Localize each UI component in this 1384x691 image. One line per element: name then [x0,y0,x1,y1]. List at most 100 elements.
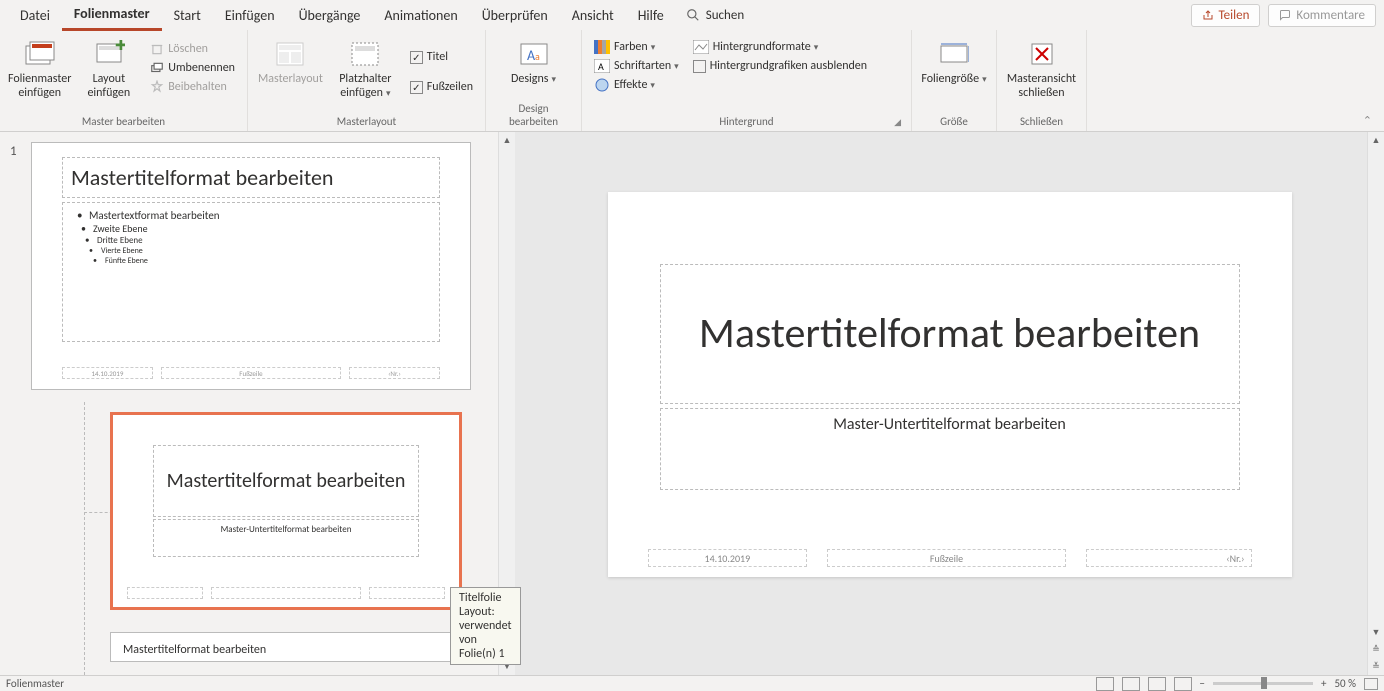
svg-text:A: A [598,60,604,73]
colors-button[interactable]: Farben [590,38,683,56]
fonts-label: Schriftarten [614,59,679,73]
group-master-bearbeiten-label: Master bearbeiten [8,113,239,131]
menu-start[interactable]: Start [162,1,213,30]
bg-formats-button[interactable]: Hintergrundformate [689,38,871,56]
scroll-up-icon[interactable]: ▲ [499,132,515,149]
slide-size-button[interactable]: Foliengröße [920,34,988,86]
footer-date: 14.10.2019 [62,367,153,379]
menu-hilfe[interactable]: Hilfe [626,1,676,30]
menu-ansicht[interactable]: Ansicht [560,1,626,30]
scroll-up-icon[interactable]: ▲ [1368,132,1384,149]
comments-button[interactable]: Kommentare [1268,4,1376,27]
insert-placeholder-button[interactable]: Platzhalter einfügen [331,34,400,101]
insert-layout-label: Layout einfügen [77,72,140,101]
group-design-bearbeiten-label: Design bearbeiten [494,100,573,131]
view-sorter-icon[interactable] [1122,677,1140,691]
layout-thumbnail-2[interactable]: Mastertitelformat bearbeiten [110,632,462,662]
delete-button: Löschen [146,40,239,58]
view-normal-icon[interactable] [1096,677,1114,691]
group-hintergrund-label: Hintergrund◢ [590,113,903,131]
zoom-out-button[interactable]: − [1200,677,1205,690]
hide-bg-label: Hintergrundgrafiken ausblenden [710,59,867,73]
menu-ueberpruefen[interactable]: Überprüfen [470,1,560,30]
zoom-thumb[interactable] [1261,677,1267,689]
colors-icon [594,40,610,54]
slide-canvas[interactable]: Mastertitelformat bearbeiten Master-Unte… [608,192,1292,577]
menu-animationen[interactable]: Animationen [372,1,469,30]
next-slide-icon[interactable]: ≚ [1368,658,1384,675]
hide-bg-checkbox[interactable]: Hintergrundgrafiken ausblenden [689,57,871,75]
canvas-subtitle-placeholder[interactable]: Master-Untertitelformat bearbeiten [660,408,1240,490]
insert-slide-master-button[interactable]: Folienmaster einfügen [8,34,71,101]
title-checkbox[interactable]: ✓ Titel [406,48,477,66]
share-icon [1202,9,1214,21]
group-hintergrund: Farben A Schriftarten Effekte Hintergrun… [582,30,912,131]
text-level-2: Zweite Ebene [79,222,431,235]
layout-title-placeholder: Mastertitelformat bearbeiten [153,445,419,517]
fit-window-icon[interactable] [1364,678,1378,690]
rename-icon [150,61,164,75]
scroll-down-icon[interactable]: ▼ [1368,624,1384,641]
share-label: Teilen [1219,8,1250,23]
view-reading-icon[interactable] [1148,677,1166,691]
zoom-value[interactable]: 50 % [1334,677,1356,690]
preserve-button: Beibehalten [146,78,239,96]
menu-datei[interactable]: Datei [8,1,62,30]
footer-center [211,587,361,599]
menu-einfuegen[interactable]: Einfügen [213,1,287,30]
colors-label: Farben [614,40,655,54]
slide-size-icon [938,38,970,70]
designs-button[interactable]: Aa Designs [499,34,569,86]
designs-icon: Aa [518,38,550,70]
editor-scrollbar[interactable]: ▲ ▼ ≙ ≚ [1367,132,1384,675]
share-button[interactable]: Teilen [1191,4,1261,27]
layout-thumbnail-selected[interactable]: Mastertitelformat bearbeiten Master-Unte… [110,412,462,610]
group-schliessen-label: Schließen [1005,113,1078,131]
close-master-button[interactable]: Masteransicht schließen [1007,34,1077,101]
insert-placeholder-icon [349,38,381,70]
footer-center: Fußzeile [161,367,341,379]
canvas-footer-date[interactable]: 14.10.2019 [648,549,808,567]
workspace: 1 Mastertitelformat bearbeiten Mastertex… [0,132,1384,675]
thumbnail-column: 1 Mastertitelformat bearbeiten Mastertex… [0,132,515,675]
rename-button[interactable]: Umbenennen [146,59,239,77]
dialog-launcher-icon[interactable]: ◢ [894,117,901,128]
close-master-label: Masteransicht schließen [1007,72,1077,101]
status-left: Folienmaster [6,677,64,690]
zoom-slider[interactable] [1213,682,1313,685]
group-groesse: Foliengröße Größe [912,30,997,131]
bg-formats-label: Hintergrundformate [713,40,819,54]
collapse-ribbon-icon[interactable]: ⌃ [1359,110,1376,131]
group-masterlayout-label: Masterlayout [256,113,477,131]
menu-left: Datei Folienmaster Start Einfügen Übergä… [8,0,754,31]
prev-slide-icon[interactable]: ≙ [1368,641,1384,658]
layout2-title: Mastertitelformat bearbeiten [123,643,449,657]
canvas-footer-num[interactable]: ‹Nr.› [1086,549,1252,567]
effects-button[interactable]: Effekte [590,76,683,94]
menu-folienmaster[interactable]: Folienmaster [62,0,162,31]
zoom-in-button[interactable]: + [1321,677,1326,690]
check-icon: ✓ [410,51,423,64]
master-layout-label: Masterlayout [258,72,323,86]
insert-placeholder-label: Platzhalter einfügen [331,72,400,101]
menu-uebergaenge[interactable]: Übergänge [287,1,373,30]
insert-layout-button[interactable]: ✚ Layout einfügen [77,34,140,101]
fonts-button[interactable]: A Schriftarten [590,57,683,75]
insert-slide-master-label: Folienmaster einfügen [8,72,71,101]
comment-icon [1279,9,1291,21]
footer-num: ‹Nr.› [349,367,440,379]
tooltip: Titelfolie Layout: verwendet von Folie(n… [450,587,521,665]
search[interactable]: Suchen [676,4,754,27]
group-master-bearbeiten: Folienmaster einfügen ✚ Layout einfügen … [0,30,248,131]
text-level-4: Vierte Ebene [87,246,431,256]
search-label: Suchen [706,8,744,23]
footers-checkbox[interactable]: ✓ Fußzeilen [406,78,477,96]
master-thumbnail[interactable]: Mastertitelformat bearbeiten Mastertextf… [31,142,471,390]
canvas-footer-center[interactable]: Fußzeile [827,549,1066,567]
canvas-title-placeholder[interactable]: Mastertitelformat bearbeiten [660,264,1240,404]
footer-date [127,587,203,599]
footers-checkbox-label: Fußzeilen [427,80,473,94]
view-slideshow-icon[interactable] [1174,677,1192,691]
group-design-bearbeiten: Aa Designs Design bearbeiten [486,30,582,131]
delete-icon [150,42,164,56]
